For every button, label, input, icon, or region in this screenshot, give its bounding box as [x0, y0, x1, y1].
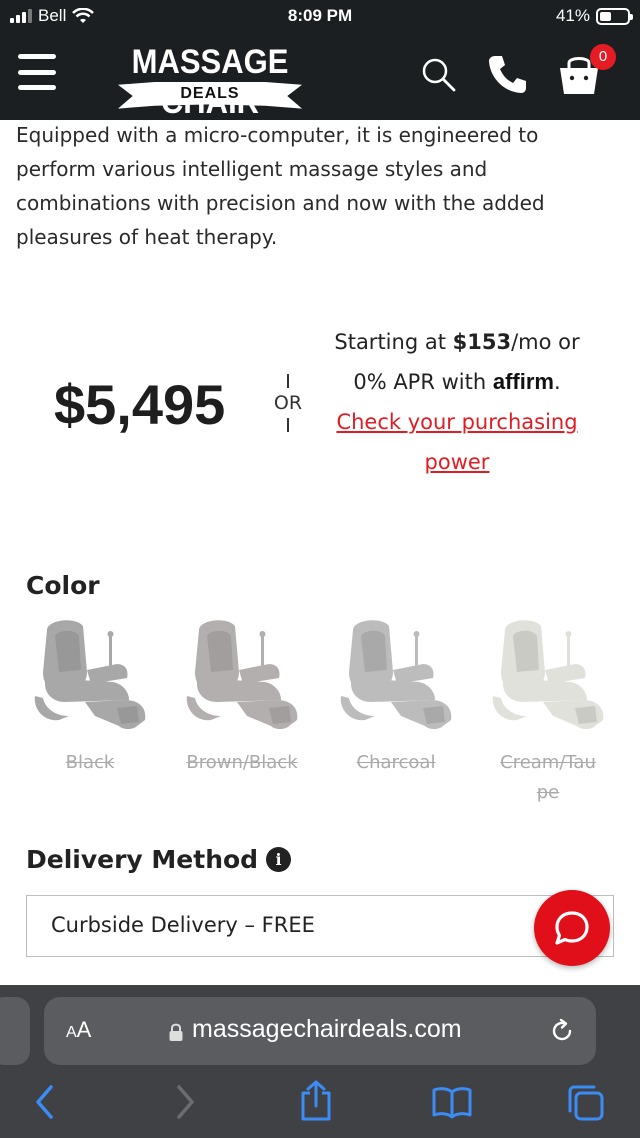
per-month-text: /mo or	[511, 330, 580, 354]
cart-count-badge: 0	[590, 44, 616, 70]
color-option-label: Cream/Tau pe	[474, 748, 622, 808]
product-description: Equipped with a micro-computer, it is en…	[16, 118, 616, 254]
delivery-method-select[interactable]: Curbside Delivery – FREE	[26, 895, 614, 957]
product-price: $5,495	[54, 373, 226, 436]
forward-icon[interactable]	[172, 1083, 198, 1121]
divider-line	[287, 374, 289, 388]
lock-icon	[169, 1023, 183, 1041]
url-text: massagechairdeals.com	[192, 1015, 462, 1043]
reload-icon[interactable]	[548, 1017, 576, 1045]
previous-tab-preview[interactable]	[0, 997, 30, 1065]
browser-toolbar: AA massagechairdeals.com	[0, 985, 640, 1138]
financing-info: Starting at $153/mo or 0% APR with affir…	[320, 322, 594, 482]
description-line: combinations with precision and now with…	[16, 191, 545, 215]
status-right: 41%	[555, 6, 633, 26]
color-option-label: Brown/Black	[186, 752, 298, 773]
delivery-heading-text: Delivery Method	[26, 845, 259, 874]
divider-line	[287, 418, 289, 432]
color-option-charcoal[interactable]: Charcoal	[322, 612, 470, 778]
delivery-heading: Delivery Method i	[26, 845, 292, 874]
affirm-logo: affirm	[492, 369, 554, 394]
link-line: power	[424, 450, 490, 474]
financing-line-2: 0% APR with affirm.	[320, 362, 594, 402]
color-options: Black Brown/Black Charcoal Cream/Tau pe	[16, 612, 636, 812]
status-bar: Bell 8:09 PM 41%	[0, 0, 640, 34]
clock: 8:09 PM	[287, 6, 353, 25]
color-option-label: Charcoal	[356, 752, 436, 773]
chat-button[interactable]	[534, 890, 610, 966]
starting-at-text: Starting at	[334, 330, 453, 354]
info-icon[interactable]: i	[266, 847, 292, 872]
description-line: pleasures of heat therapy.	[16, 225, 278, 249]
site-header: MASSAGE CHAIR DEALS 0	[0, 34, 640, 121]
chair-image	[186, 620, 298, 729]
color-heading: Color	[26, 571, 100, 600]
check-purchasing-power-link[interactable]: Check your purchasing power	[320, 402, 594, 482]
share-icon[interactable]	[298, 1079, 334, 1123]
delivery-selected-value: Curbside Delivery – FREE	[51, 913, 315, 937]
chair-image	[492, 620, 604, 729]
search-icon[interactable]	[420, 56, 458, 94]
menu-icon[interactable]	[18, 54, 56, 90]
color-option-black[interactable]: Black	[16, 612, 164, 778]
battery-percent: 41%	[555, 6, 590, 25]
aa-label: A	[76, 1017, 92, 1042]
description-line: Equipped with a micro-computer, it is en…	[16, 123, 539, 147]
back-icon[interactable]	[32, 1083, 58, 1121]
logo-subtitle: DEALS	[180, 85, 240, 102]
or-label: OR	[273, 392, 303, 414]
chair-image	[340, 620, 452, 729]
phone-icon[interactable]	[486, 52, 530, 96]
address-bar[interactable]: AA massagechairdeals.com	[44, 997, 596, 1065]
apr-text: 0% APR with	[353, 370, 493, 394]
affirm-dot: .	[553, 370, 561, 394]
color-option-cream-taupe[interactable]: Cream/Tau pe	[474, 612, 622, 808]
chat-icon	[555, 911, 589, 945]
label-line: Cream/Tau	[500, 752, 596, 773]
chair-image	[34, 620, 146, 729]
label-line: pe	[536, 782, 560, 803]
color-option-brown-black[interactable]: Brown/Black	[168, 612, 316, 778]
monthly-amount: $153	[452, 330, 512, 354]
tabs-icon[interactable]	[566, 1083, 606, 1123]
site-logo[interactable]: MASSAGE CHAIR DEALS	[100, 40, 320, 121]
bookmarks-icon[interactable]	[432, 1085, 472, 1119]
financing-line-1: Starting at $153/mo or	[320, 322, 594, 362]
color-option-label: Black	[65, 752, 115, 773]
reader-settings-button[interactable]: AA	[66, 1017, 91, 1043]
or-divider: OR	[270, 374, 306, 432]
battery-icon	[596, 7, 633, 25]
description-line: perform various intelligent massage styl…	[16, 157, 488, 181]
link-line: Check your purchasing	[336, 410, 578, 434]
